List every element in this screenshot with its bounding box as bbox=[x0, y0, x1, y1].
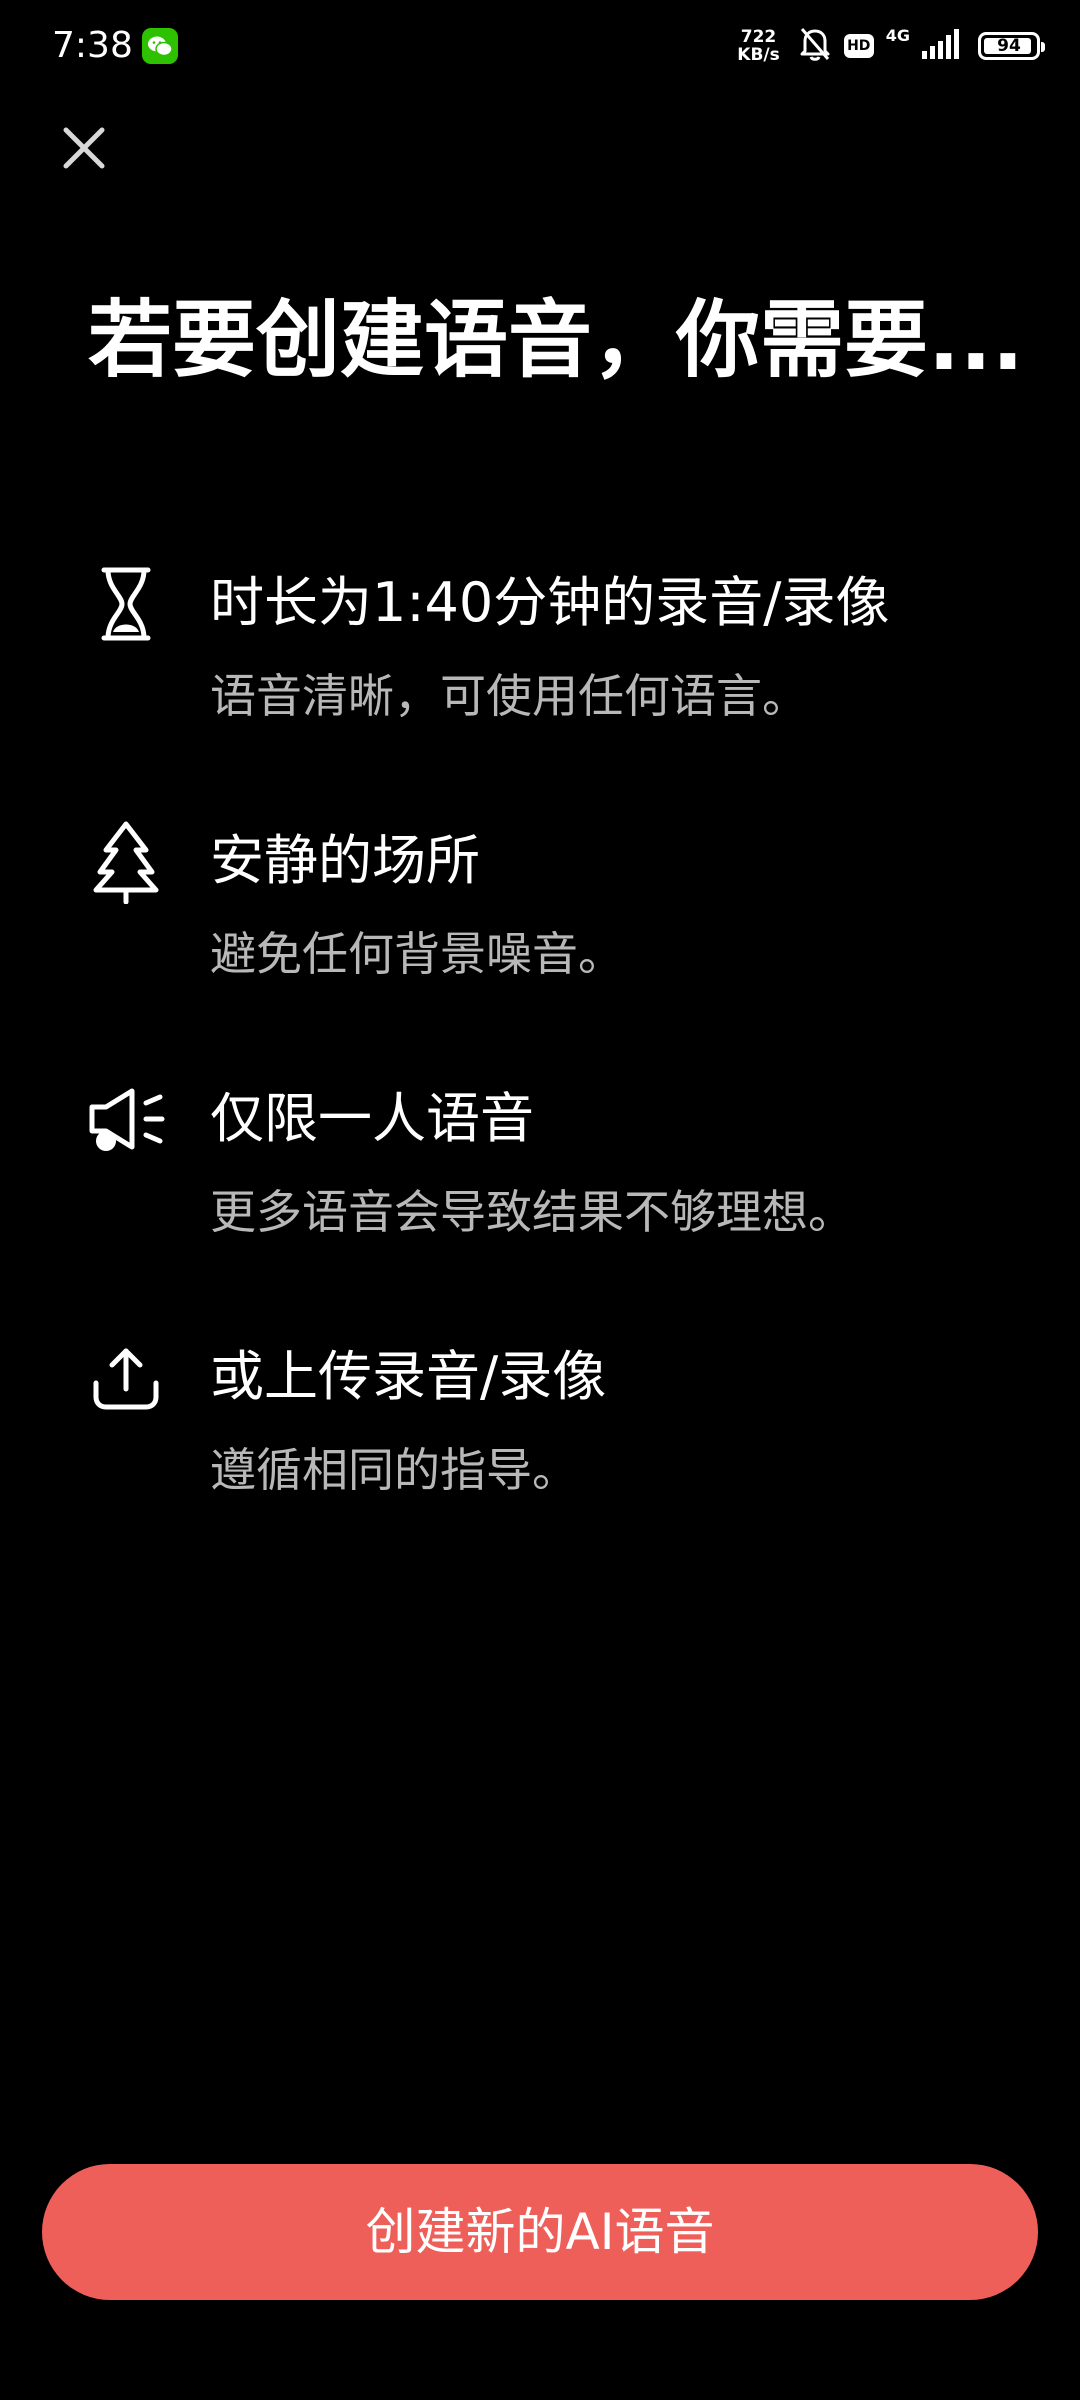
requirement-description: 更多语音会导致结果不够理想。 bbox=[210, 1185, 854, 1239]
status-bar: 7:38 722 KB/s HD 4G 94 bbox=[0, 0, 1080, 92]
network-speed-unit: KB/s bbox=[737, 45, 780, 65]
megaphone-icon bbox=[86, 1080, 166, 1160]
close-button[interactable] bbox=[52, 118, 116, 182]
requirement-upload: 或上传录音/录像 遵循相同的指导。 bbox=[0, 1322, 1080, 1542]
upload-icon bbox=[86, 1338, 166, 1418]
requirement-duration: 时长为1:40分钟的录音/录像 语音清晰，可使用任何语言。 bbox=[0, 548, 1080, 768]
requirement-description: 避免任何背景噪音。 bbox=[210, 927, 624, 981]
requirement-quiet-place: 安静的场所 避免任何背景噪音。 bbox=[0, 806, 1080, 1026]
wechat-icon bbox=[142, 28, 178, 64]
requirement-description: 遵循相同的指导。 bbox=[210, 1443, 578, 1497]
close-icon bbox=[60, 124, 108, 176]
requirement-title: 或上传录音/录像 bbox=[210, 1345, 607, 1408]
network-speed-value: 722 bbox=[740, 27, 777, 47]
bell-off-icon bbox=[798, 26, 832, 66]
battery-level: 94 bbox=[997, 36, 1021, 56]
tree-icon bbox=[86, 821, 166, 904]
requirement-title: 安静的场所 bbox=[210, 829, 480, 892]
hourglass-icon bbox=[86, 564, 166, 644]
battery-tip bbox=[1041, 42, 1045, 52]
requirement-title: 仅限一人语音 bbox=[210, 1087, 534, 1150]
network-type: 4G bbox=[885, 26, 910, 45]
create-voice-requirements-screen: 7:38 722 KB/s HD 4G 94 若要创建语音，你需要... 时长为… bbox=[0, 0, 1080, 2400]
signal-icon bbox=[922, 29, 960, 63]
network-speed: 722 KB/s bbox=[737, 28, 779, 64]
requirement-description: 语音清晰，可使用任何语言。 bbox=[210, 669, 808, 723]
requirement-single-speaker: 仅限一人语音 更多语音会导致结果不够理想。 bbox=[0, 1064, 1080, 1284]
page-title: 若要创建语音，你需要... bbox=[88, 291, 1024, 389]
status-time: 7:38 bbox=[52, 25, 133, 66]
hd-badge: HD bbox=[843, 34, 874, 58]
battery-indicator: 94 bbox=[978, 32, 1045, 60]
status-icons: 722 KB/s HD 4G 94 bbox=[737, 24, 1045, 68]
create-ai-voice-button[interactable]: 创建新的AI语音 bbox=[42, 2164, 1038, 2300]
requirement-title: 时长为1:40分钟的录音/录像 bbox=[210, 571, 890, 634]
